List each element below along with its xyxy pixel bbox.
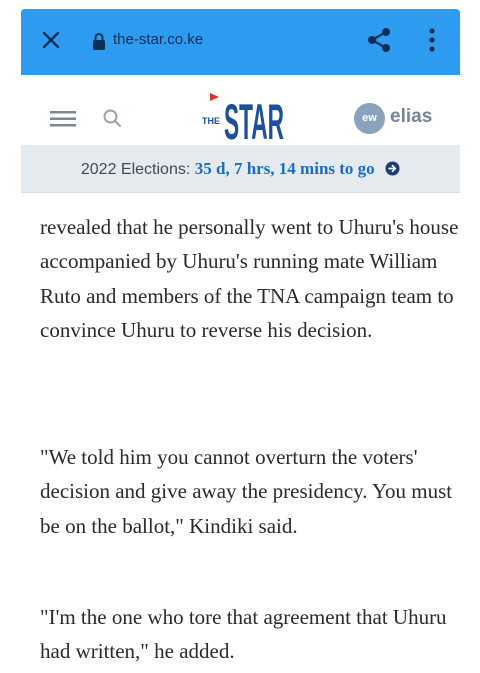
username[interactable]: elias [390,105,432,129]
article-paragraph: revealed that he personally went to Uhur… [40,210,460,348]
search-icon[interactable] [102,108,122,128]
site-header: STAR THE ew elias [21,75,460,145]
paragraph-text: "We told him you cannot overturn the vot… [40,445,453,538]
url-text[interactable]: the-star.co.ke [113,30,203,50]
logo-main-text: STAR [224,94,284,145]
lock-icon [93,33,105,50]
election-countdown-banner[interactable]: 2022 Elections: 35 d, 7 hrs, 14 mins to … [21,145,460,193]
arrow-right-circle-icon[interactable] [385,161,400,176]
user-avatar[interactable]: ew [354,103,385,134]
site-logo[interactable]: STAR THE [197,89,287,145]
article-paragraph: "I'm the one who tore that agreement tha… [40,600,460,669]
logo-small-text: THE [202,116,220,126]
paragraph-text: "I'm the one who tore that agreement tha… [40,605,447,664]
article-paragraph: "We told him you cannot overturn the vot… [40,440,460,543]
hamburger-menu-icon[interactable] [50,109,76,129]
election-label: 2022 Elections: [80,161,191,178]
share-icon[interactable] [365,26,393,54]
paragraph-text: revealed that he personally went to Uhur… [40,215,459,343]
browser-toolbar: the-star.co.ke [21,9,460,75]
election-countdown: 35 d, 7 hrs, 14 mins to go [194,159,375,178]
close-icon[interactable] [39,28,63,52]
more-options-icon[interactable] [425,26,439,54]
